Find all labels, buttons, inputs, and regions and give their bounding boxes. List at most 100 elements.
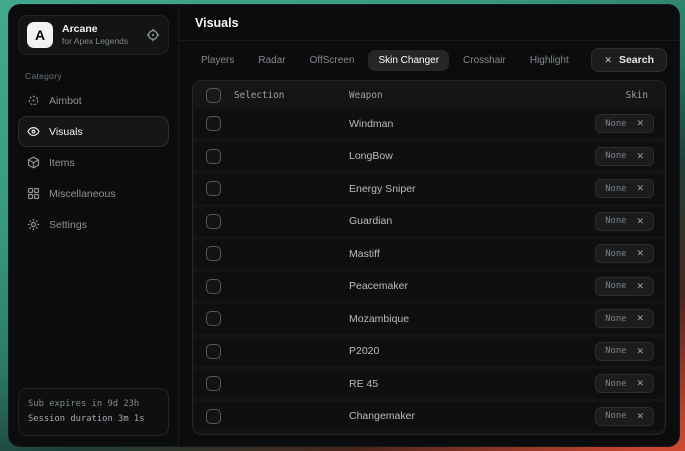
tab-highlight[interactable]: Highlight [520,50,579,71]
skin-value: None [605,411,626,421]
table-row: Mozambique None ✕ [194,304,664,334]
skin-select-button[interactable]: None ✕ [595,309,654,328]
skin-value: None [605,151,626,161]
skin-select-button[interactable]: None ✕ [595,114,654,133]
sub-expiry-text: Sub expires in 9d 23h [28,397,159,412]
skin-select-button[interactable]: None ✕ [595,277,654,296]
tab-crosshair[interactable]: Crosshair [453,50,516,71]
clear-skin-icon[interactable]: ✕ [636,183,644,194]
skin-select-button[interactable]: None ✕ [595,212,654,231]
weapon-name: Mozambique [349,313,554,325]
sidebar-item-settings[interactable]: Settings [18,209,169,240]
weapon-name: RE 45 [349,378,554,390]
table-row: P2020 None ✕ [194,337,664,367]
sidebar-item-label: Visuals [49,126,83,138]
sidebar-item-items[interactable]: Items [18,147,169,178]
brand-card: A Arcane for Apex Legends [18,15,169,55]
select-all-checkbox[interactable] [206,88,221,103]
clear-skin-icon[interactable]: ✕ [636,151,644,162]
skin-value: None [605,379,626,389]
app-subtitle: for Apex Legends [62,36,137,47]
skin-changer-table: Selection Weapon Skin Windman None ✕ [192,80,666,435]
search-button-label: Search [619,54,654,66]
clear-skin-icon[interactable]: ✕ [636,346,644,357]
search-icon: ✕ [604,55,612,66]
skin-value: None [605,184,626,194]
table-row: Peacemaker None ✕ [194,272,664,302]
row-checkbox[interactable] [206,409,221,424]
table-header-row: Selection Weapon Skin [194,81,664,109]
tab-players[interactable]: Players [191,50,244,71]
skin-select-button[interactable]: None ✕ [595,374,654,393]
sidebar-item-visuals[interactable]: Visuals [18,116,169,147]
row-checkbox[interactable] [206,149,221,164]
table-row: LongBow None ✕ [194,142,664,172]
skin-select-button[interactable]: None ✕ [595,147,654,166]
clear-skin-icon[interactable]: ✕ [636,216,644,227]
row-checkbox[interactable] [206,214,221,229]
main-header: Visuals [179,5,679,41]
skin-value: None [605,346,626,356]
tab-skin-changer[interactable]: Skin Changer [368,50,449,71]
table-body: Windman None ✕ LongBow None ✕ [194,109,664,431]
skin-value: None [605,314,626,324]
search-button[interactable]: ✕ Search [591,48,667,72]
table-row: RE 45 None ✕ [194,369,664,399]
row-checkbox[interactable] [206,181,221,196]
weapon-name: Mastiff [349,248,554,260]
misc-grid-icon [27,187,40,200]
sidebar-item-label: Settings [49,219,87,231]
clear-skin-icon[interactable]: ✕ [636,281,644,292]
row-checkbox[interactable] [206,344,221,359]
row-checkbox[interactable] [206,279,221,294]
weapon-name: P2020 [349,345,554,357]
table-row: Guardian None ✕ [194,207,664,237]
header-weapon: Weapon [349,90,554,101]
row-checkbox[interactable] [206,246,221,261]
weapon-name: Peacemaker [349,280,554,292]
skin-select-button[interactable]: None ✕ [595,179,654,198]
sidebar-nav: Aimbot Visuals Items [18,85,169,240]
weapon-name: Windman [349,118,554,130]
skin-value: None [605,119,626,129]
sidebar-item-aimbot[interactable]: Aimbot [18,85,169,116]
row-checkbox[interactable] [206,311,221,326]
skin-select-button[interactable]: None ✕ [595,407,654,426]
sidebar: A Arcane for Apex Legends Category [9,5,179,446]
sidebar-item-label: Items [49,157,75,169]
header-selection: Selection [234,90,349,101]
weapon-name: Energy Sniper [349,183,554,195]
sidebar-item-label: Aimbot [49,95,82,107]
weapon-name: LongBow [349,150,554,162]
weapon-name: Changemaker [349,410,554,422]
visuals-eye-icon [27,125,40,138]
subscription-info: Sub expires in 9d 23h Session duration 3… [18,388,169,436]
tab-radar[interactable]: Radar [248,50,295,71]
clear-skin-icon[interactable]: ✕ [636,411,644,422]
sidebar-item-miscellaneous[interactable]: Miscellaneous [18,178,169,209]
target-icon[interactable] [146,28,160,42]
clear-skin-icon[interactable]: ✕ [636,313,644,324]
header-skin: Skin [554,90,664,101]
tab-bar: Players Radar OffScreen Skin Changer Cro… [179,41,679,78]
page-title: Visuals [195,16,663,30]
clear-skin-icon[interactable]: ✕ [636,248,644,259]
skin-value: None [605,249,626,259]
table-row: Mastiff None ✕ [194,239,664,269]
row-checkbox[interactable] [206,376,221,391]
settings-gear-icon [27,218,40,231]
aimbot-crosshair-icon [27,94,40,107]
row-checkbox[interactable] [206,116,221,131]
sidebar-item-label: Miscellaneous [49,188,116,200]
clear-skin-icon[interactable]: ✕ [636,378,644,389]
skin-select-button[interactable]: None ✕ [595,342,654,361]
session-duration-text: Session duration 3m 1s [28,412,159,427]
category-label: Category [25,71,169,81]
skin-select-button[interactable]: None ✕ [595,244,654,263]
table-row: Windman None ✕ [194,109,664,139]
clear-skin-icon[interactable]: ✕ [636,118,644,129]
app-logo: A [27,22,53,48]
tab-offscreen[interactable]: OffScreen [300,50,365,71]
table-row: Energy Sniper None ✕ [194,174,664,204]
main-panel: Visuals Players Radar OffScreen Skin Cha… [179,5,679,446]
